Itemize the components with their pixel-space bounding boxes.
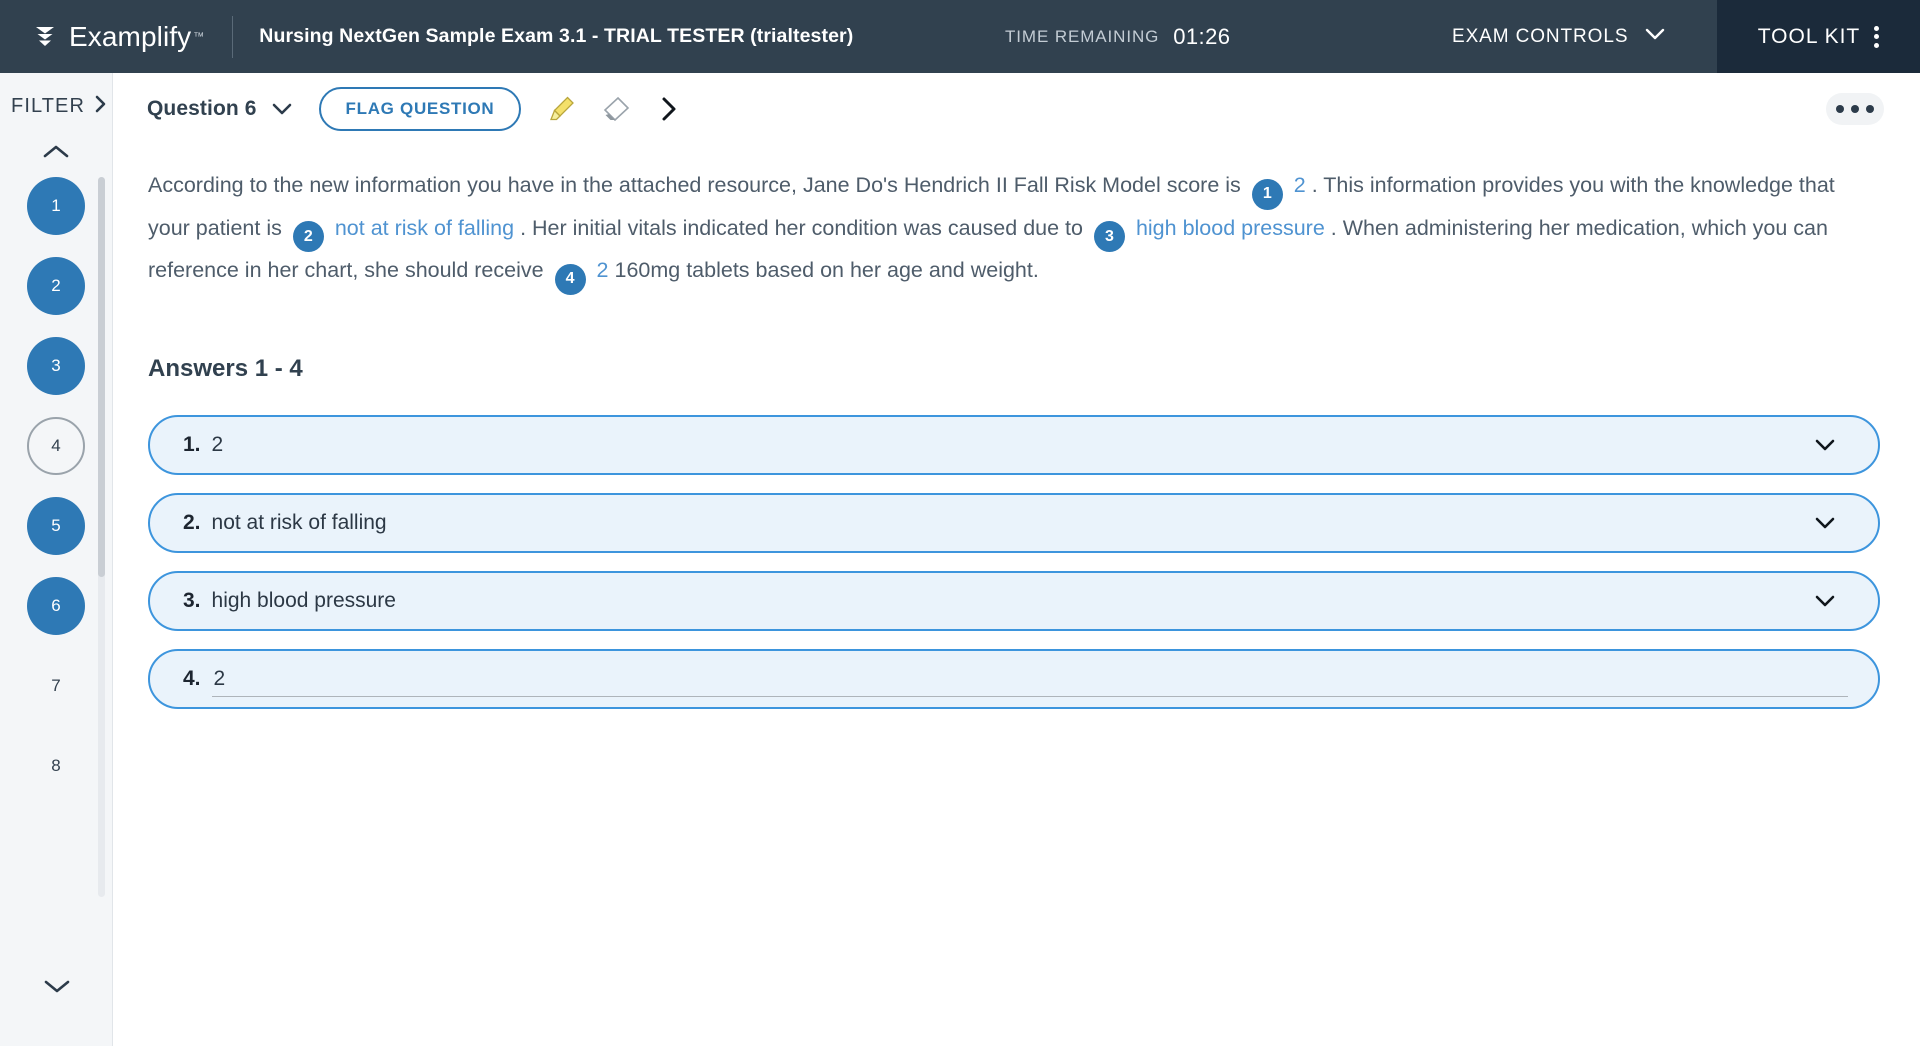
- question-segment-1: According to the new information you hav…: [148, 173, 1241, 197]
- timer-label: TIME REMAINING: [1005, 27, 1159, 47]
- blank-badge-2[interactable]: 2: [293, 221, 324, 252]
- answer-input-wrapper: [212, 661, 1848, 697]
- chevron-right-icon: [94, 95, 107, 118]
- question-text: According to the new information you hav…: [148, 167, 1880, 295]
- answer-value-3: high blood pressure: [212, 589, 396, 613]
- header-divider: [232, 16, 233, 58]
- blank-value-1[interactable]: 2: [1294, 173, 1306, 197]
- question-number: 5: [51, 516, 60, 536]
- chevron-down-icon[interactable]: [1814, 516, 1836, 530]
- main-content: Question 6 FLAG QUESTION According to th…: [113, 73, 1920, 1046]
- question-toolbar: Question 6 FLAG QUESTION: [113, 73, 1920, 145]
- answers-list: 1. 2 2. not at risk of falling 3. high b…: [148, 415, 1880, 709]
- sidebar-item-question-7[interactable]: 7: [27, 657, 85, 715]
- kebab-menu-icon: [1874, 26, 1879, 48]
- timer: TIME REMAINING 01:26: [1005, 0, 1230, 73]
- brand: Examplify ™: [0, 0, 204, 73]
- next-question-icon[interactable]: [659, 96, 679, 122]
- blank-value-3[interactable]: high blood pressure: [1136, 216, 1325, 240]
- blank-badge-4[interactable]: 4: [555, 264, 586, 295]
- answer-row-4[interactable]: 4.: [148, 649, 1880, 709]
- more-options-button[interactable]: [1826, 93, 1884, 125]
- eraser-icon[interactable]: [599, 92, 633, 126]
- question-number: 3: [51, 356, 60, 376]
- answer-row-2[interactable]: 2. not at risk of falling: [148, 493, 1880, 553]
- blank-value-2[interactable]: not at risk of falling: [335, 216, 514, 240]
- sidebar-item-question-3[interactable]: 3: [27, 337, 85, 395]
- examplify-logo-icon: [30, 22, 60, 52]
- question-segment-5: 160mg tablets based on her age and weigh…: [615, 258, 1039, 282]
- question-list: 1 2 3 4 5 6 7 8: [0, 177, 112, 795]
- answer-value-2: not at risk of falling: [212, 511, 387, 535]
- filter-button[interactable]: FILTER: [0, 73, 112, 118]
- filter-label: FILTER: [11, 95, 85, 118]
- toolkit-label: TOOL KIT: [1758, 25, 1861, 49]
- sidebar-scroll-thumb[interactable]: [98, 177, 105, 577]
- answer-input-4[interactable]: [212, 667, 1848, 697]
- brand-name: Examplify: [69, 21, 191, 53]
- flag-question-button[interactable]: FLAG QUESTION: [319, 87, 522, 131]
- chevron-down-icon: [1645, 28, 1665, 46]
- question-number: 8: [51, 756, 60, 776]
- chevron-down-icon[interactable]: [1814, 594, 1836, 608]
- scroll-up-button[interactable]: [0, 144, 112, 160]
- question-dropdown-button[interactable]: [271, 102, 293, 116]
- answer-number-1: 1.: [183, 433, 201, 457]
- highlighter-icon[interactable]: [545, 92, 579, 126]
- sidebar-item-question-6[interactable]: 6: [27, 577, 85, 635]
- exam-title: Nursing NextGen Sample Exam 3.1 - TRIAL …: [259, 25, 853, 48]
- question-segment-3: . Her initial vitals indicated her condi…: [520, 216, 1083, 240]
- scroll-down-button[interactable]: [0, 978, 113, 994]
- question-number: 1: [51, 196, 60, 216]
- question-number: 4: [51, 436, 60, 456]
- exam-controls-label: EXAM CONTROLS: [1452, 26, 1628, 48]
- question-number: 6: [51, 596, 60, 616]
- app-header: Examplify ™ Nursing NextGen Sample Exam …: [0, 0, 1920, 73]
- question-navigator-sidebar: FILTER 1 2 3 4 5 6 7 8: [0, 73, 113, 1046]
- chevron-down-icon[interactable]: [1814, 438, 1836, 452]
- blank-value-4[interactable]: 2: [597, 258, 609, 282]
- answer-number-3: 3.: [183, 589, 201, 613]
- answers-heading: Answers 1 - 4: [148, 355, 1920, 383]
- timer-value: 01:26: [1173, 24, 1230, 50]
- answer-row-1[interactable]: 1. 2: [148, 415, 1880, 475]
- answer-number-2: 2.: [183, 511, 201, 535]
- brand-trademark: ™: [193, 31, 204, 43]
- blank-badge-3[interactable]: 3: [1094, 221, 1125, 252]
- answer-value-1: 2: [212, 433, 224, 457]
- question-number-label: Question 6: [147, 97, 257, 121]
- exam-controls-button[interactable]: EXAM CONTROLS: [1452, 0, 1665, 73]
- sidebar-item-question-5[interactable]: 5: [27, 497, 85, 555]
- question-number: 7: [51, 676, 60, 696]
- sidebar-item-question-2[interactable]: 2: [27, 257, 85, 315]
- sidebar-item-question-1[interactable]: 1: [27, 177, 85, 235]
- answer-row-3[interactable]: 3. high blood pressure: [148, 571, 1880, 631]
- sidebar-item-question-4[interactable]: 4: [27, 417, 85, 475]
- toolkit-button[interactable]: TOOL KIT: [1717, 0, 1920, 73]
- sidebar-item-question-8[interactable]: 8: [27, 737, 85, 795]
- answer-number-4: 4.: [183, 667, 201, 691]
- question-number: 2: [51, 276, 60, 296]
- blank-badge-1[interactable]: 1: [1252, 179, 1283, 210]
